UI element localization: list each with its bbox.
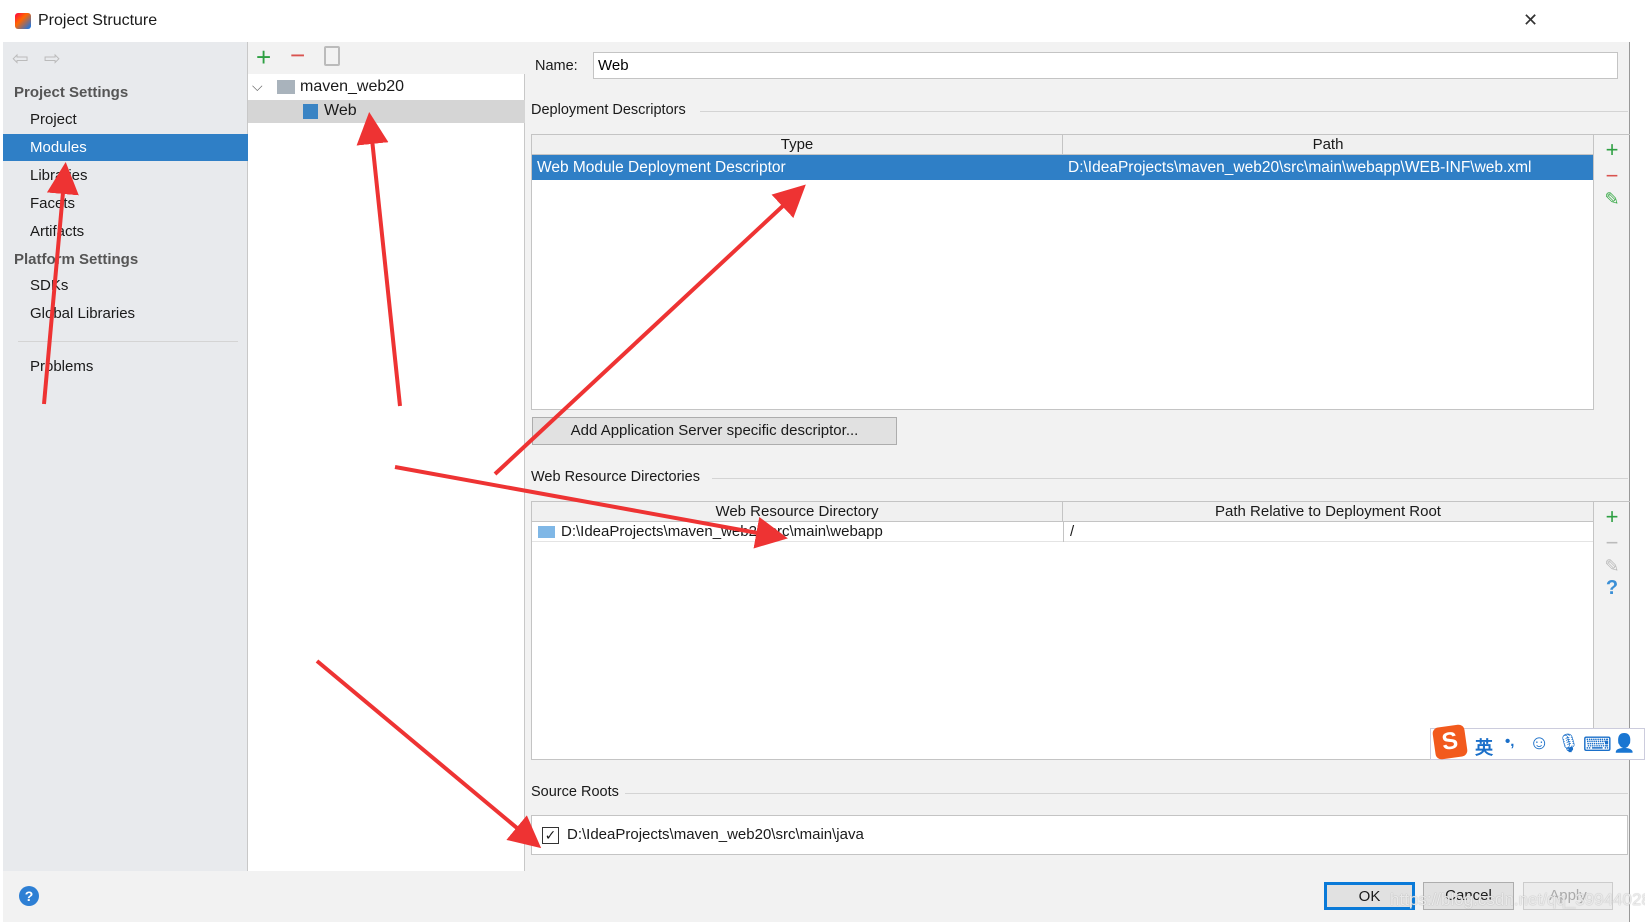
arrow-to-descriptor xyxy=(493,184,806,476)
arrow-to-resource-dir xyxy=(394,465,788,549)
arrow-to-source-root xyxy=(315,659,542,849)
annotation-arrows xyxy=(42,112,806,849)
arrow-to-web-module xyxy=(356,112,402,407)
arrow-to-modules xyxy=(42,162,79,405)
